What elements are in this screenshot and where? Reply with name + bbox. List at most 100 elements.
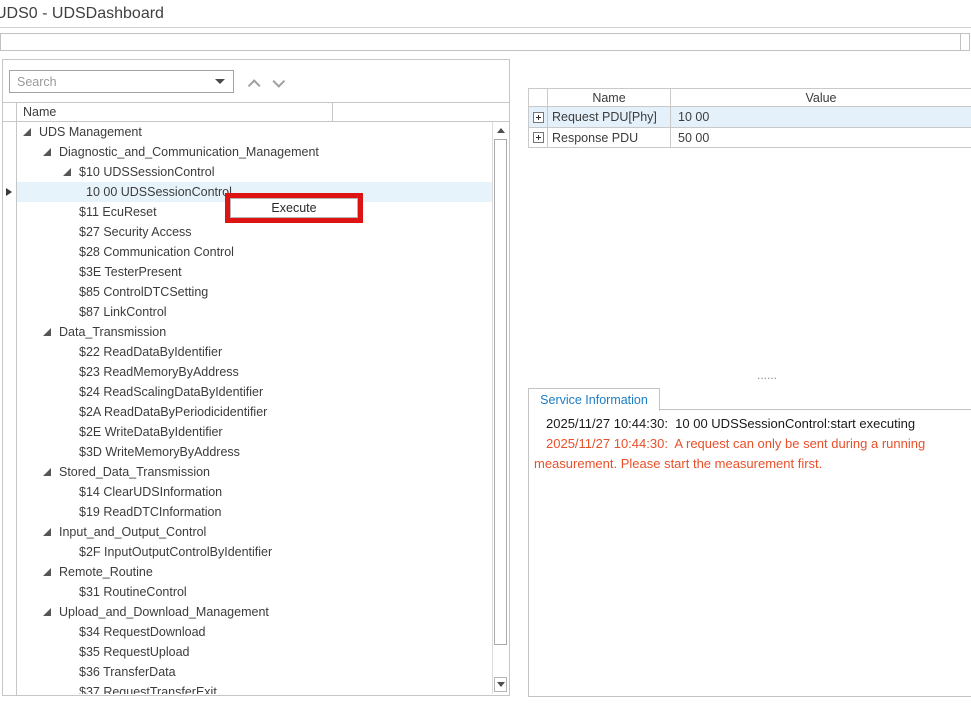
pdu-table: Name Value Request PDU[Phy] 10 00 Respon… (528, 88, 971, 148)
column-divider[interactable] (332, 103, 333, 121)
expand-plus-icon[interactable] (533, 112, 544, 123)
tree-item[interactable]: $36 TransferData (17, 662, 492, 682)
search-combobox[interactable] (9, 70, 234, 93)
tree-item[interactable]: $19 ReadDTCInformation (17, 502, 492, 522)
annotation-highlight-rect: Execute (225, 193, 363, 223)
expander-icon[interactable] (43, 528, 59, 536)
tree-item[interactable]: $23 ReadMemoryByAddress (17, 362, 492, 382)
tree-item-label: UDS Management (39, 125, 142, 139)
tree-item[interactable]: $22 ReadDataByIdentifier (17, 342, 492, 362)
log-entry: 2025/11/27 10:44:30: 10 00 UDSSessionCon… (530, 414, 971, 434)
tree-item-label: Diagnostic_and_Communication_Management (59, 145, 319, 159)
uds-dashboard-window: UDS0 - UDSDashboard Name UDS Management … (0, 0, 971, 710)
service-log: 2025/11/27 10:44:30: 10 00 UDSSessionCon… (530, 414, 971, 474)
log-entry: 2025/11/27 10:44:30: A request can only … (530, 434, 971, 474)
tree-item-label: $31 RoutineControl (79, 585, 187, 599)
pdu-value-column-header[interactable]: Value (671, 89, 971, 106)
tree-item[interactable]: Diagnostic_and_Communication_Management (17, 142, 492, 162)
tree-item-label: $85 ControlDTCSetting (79, 285, 208, 299)
tree-item[interactable]: $34 RequestDownload (17, 622, 492, 642)
expander-icon[interactable] (43, 328, 59, 336)
tree-item-label: $3D WriteMemoryByAddress (79, 445, 240, 459)
tree-item[interactable]: UDS Management (17, 122, 492, 142)
pdu-name-cell: Response PDU (548, 128, 671, 147)
tree-item-label: $22 ReadDataByIdentifier (79, 345, 222, 359)
tree-item-label: $35 RequestUpload (79, 645, 190, 659)
tree-item-label: $3E TesterPresent (79, 265, 182, 279)
tree-item-label: $34 RequestDownload (79, 625, 205, 639)
tree-item[interactable]: Upload_and_Download_Management (17, 602, 492, 622)
tree-item-label: $11 EcuReset (79, 205, 157, 219)
scroll-down-button[interactable] (494, 677, 507, 692)
scroll-up-button[interactable] (494, 123, 507, 138)
pdu-value-cell: 50 00 (671, 128, 971, 147)
pdu-value-cell: 10 00 (671, 107, 971, 127)
tree-item[interactable]: $3E TesterPresent (17, 262, 492, 282)
tree-item[interactable]: $87 LinkControl (17, 302, 492, 322)
tree-item-label: Upload_and_Download_Management (59, 605, 269, 619)
expander-icon[interactable] (23, 128, 39, 136)
tree-item-label: $19 ReadDTCInformation (79, 505, 221, 519)
panel-splitter-handle[interactable]: ...... (757, 369, 777, 381)
expander-icon[interactable] (43, 608, 59, 616)
expand-plus-icon[interactable] (533, 132, 544, 143)
tree-item[interactable]: $14 ClearUDSInformation (17, 482, 492, 502)
tree-item[interactable]: Remote_Routine (17, 562, 492, 582)
tree-item-label: $87 LinkControl (79, 305, 167, 319)
scrollbar-thumb[interactable] (494, 139, 507, 645)
window-title: UDS0 - UDSDashboard (0, 5, 164, 23)
tree-vertical-scrollbar[interactable] (492, 122, 508, 694)
tree-item-label: $2E WriteDataByIdentifier (79, 425, 223, 439)
tree-item[interactable]: $31 RoutineControl (17, 582, 492, 602)
tree-item[interactable]: $24 ReadScalingDataByIdentifier (17, 382, 492, 402)
combo-dropdown-icon[interactable] (215, 79, 225, 84)
tree-item[interactable]: Input_and_Output_Control (17, 522, 492, 542)
tree-item-label: Remote_Routine (59, 565, 153, 579)
tree-item-label: Input_and_Output_Control (59, 525, 206, 539)
pdu-name-cell: Request PDU[Phy] (548, 107, 671, 127)
expander-icon[interactable] (43, 568, 59, 576)
tree-item-label: Data_Transmission (59, 325, 166, 339)
tree-item[interactable]: $85 ControlDTCSetting (17, 282, 492, 302)
pdu-table-header: Name Value (529, 89, 971, 107)
tree-item[interactable]: Stored_Data_Transmission (17, 462, 492, 482)
pdu-table-row[interactable]: Request PDU[Phy] 10 00 (529, 107, 971, 127)
expander-icon[interactable] (63, 168, 79, 176)
title-separator (0, 27, 971, 28)
tree-item-label: $2A ReadDataByPeriodicidentifier (79, 405, 267, 419)
tree-item[interactable]: Data_Transmission (17, 322, 492, 342)
service-information-tab-label: Service Information (540, 393, 648, 407)
tree-item-label: $27 Security Access (79, 225, 192, 239)
tree-item[interactable]: $35 RequestUpload (17, 642, 492, 662)
tab-service-information[interactable]: Service Information (528, 388, 660, 411)
tree-item[interactable]: $2A ReadDataByPeriodicidentifier (17, 402, 492, 422)
tree-item[interactable]: $3D WriteMemoryByAddress (17, 442, 492, 462)
tree-item[interactable]: $27 Security Access (17, 222, 492, 242)
tree-item[interactable]: $2E WriteDataByIdentifier (17, 422, 492, 442)
tree-item-label: $37 RequestTransferExit (79, 685, 217, 694)
search-next-button[interactable] (267, 74, 291, 92)
expander-icon[interactable] (43, 148, 59, 156)
pdu-name-column-header[interactable]: Name (548, 89, 671, 106)
name-column-header[interactable]: Name (23, 105, 56, 119)
tree-item-label: Stored_Data_Transmission (59, 465, 210, 479)
tree-item[interactable]: $37 RequestTransferExit (17, 682, 492, 694)
tree-item-label: $24 ReadScalingDataByIdentifier (79, 385, 263, 399)
scroll-down-icon (497, 682, 505, 687)
tree-item-label: $36 TransferData (79, 665, 176, 679)
toolbar-strip-divider (960, 33, 961, 51)
search-prev-button[interactable] (241, 74, 265, 92)
expander-icon[interactable] (43, 468, 59, 476)
tree-item[interactable]: $10 UDSSessionControl (17, 162, 492, 182)
chevron-up-icon (247, 79, 260, 92)
tree-item-label: $28 Communication Control (79, 245, 234, 259)
tree-item-label: $2F InputOutputControlByIdentifier (79, 545, 272, 559)
search-input[interactable] (10, 71, 211, 92)
menu-item-execute[interactable]: Execute (271, 201, 316, 215)
chevron-down-icon (272, 75, 285, 88)
tree-column-header[interactable]: Name (17, 103, 508, 121)
tree-item[interactable]: $28 Communication Control (17, 242, 492, 262)
pdu-table-row[interactable]: Response PDU 50 00 (529, 127, 971, 147)
service-tree-panel: Name UDS Management Diagnostic_and_Commu… (2, 59, 510, 696)
tree-item[interactable]: $2F InputOutputControlByIdentifier (17, 542, 492, 562)
